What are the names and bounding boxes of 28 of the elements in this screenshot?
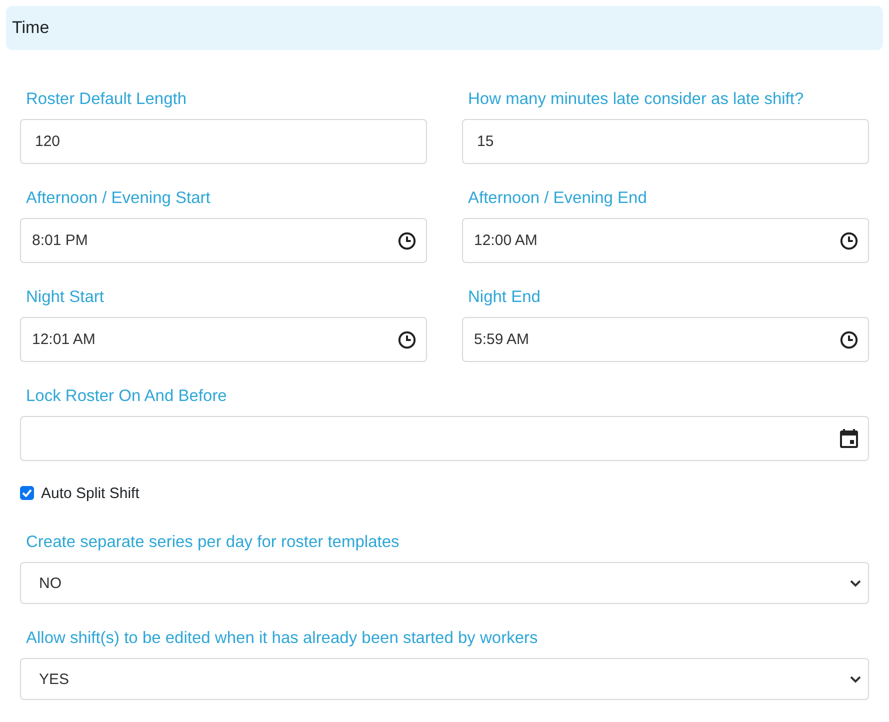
checkbox-label: Auto Split Shift [41, 484, 140, 502]
clock-icon[interactable] [840, 330, 858, 348]
select-field[interactable]: YES [20, 658, 869, 700]
time-field[interactable]: 8:01 PM [20, 218, 427, 263]
section-title: Time [12, 18, 50, 38]
checkbox[interactable] [20, 486, 34, 500]
calendar-icon[interactable] [840, 429, 858, 448]
chevron-down-icon[interactable] [850, 676, 861, 682]
field-label: Night Start [25, 287, 104, 308]
field-label: Afternoon / Evening End [467, 188, 647, 209]
clock-icon[interactable] [840, 232, 858, 250]
input-field[interactable]: 120 [20, 119, 427, 164]
time-field[interactable]: 5:59 AM [462, 317, 869, 362]
field-label: Allow shift(s) to be edited when it has already been started by workers [25, 628, 538, 649]
field-label: Night End [467, 287, 540, 308]
field-label: Roster Default Length [25, 89, 187, 110]
time-field[interactable]: 12:00 AM [462, 218, 869, 263]
clock-icon[interactable] [398, 232, 416, 250]
clock-icon[interactable] [398, 330, 416, 348]
input-field[interactable]: 15 [462, 119, 869, 164]
date-field[interactable] [20, 416, 869, 461]
time-field[interactable]: 12:01 AM [20, 317, 427, 362]
chevron-down-icon[interactable] [850, 580, 861, 586]
field-label: Afternoon / Evening Start [25, 188, 210, 209]
field-label: Create separate series per day for roster templates [25, 532, 400, 553]
field-label: How many minutes late consider as late shift? [467, 89, 804, 110]
field-label: Lock Roster On And Before [25, 386, 227, 407]
select-field[interactable]: NO [20, 562, 869, 604]
